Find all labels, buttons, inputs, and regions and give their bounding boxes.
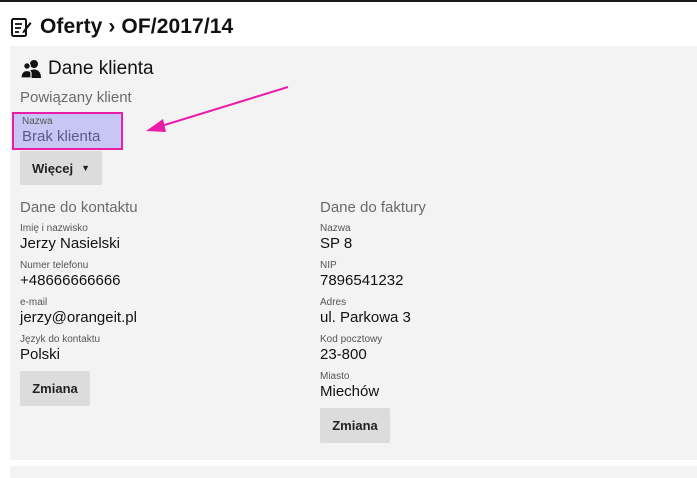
contact-value-language: Polski bbox=[20, 346, 61, 363]
related-client-label: Powiązany klient bbox=[20, 89, 132, 106]
invoice-label-address: Adres bbox=[320, 297, 347, 308]
contact-value-phone: +48666666666 bbox=[20, 272, 121, 289]
section-title: Dane klienta bbox=[20, 58, 154, 80]
invoice-value-address: ul. Parkowa 3 bbox=[320, 309, 411, 326]
invoice-value-nip: 7896541232 bbox=[320, 272, 404, 289]
contact-title: Dane do kontaktu bbox=[20, 199, 138, 216]
invoice-title: Dane do faktury bbox=[320, 199, 426, 216]
contact-label-email: e-mail bbox=[20, 297, 48, 308]
invoice-change-button[interactable]: Zmiana bbox=[320, 408, 390, 443]
page-header: Oferty › OF/2017/14 bbox=[10, 12, 233, 42]
client-name-value: Brak klienta bbox=[22, 128, 101, 145]
invoice-value-postal: 23-800 bbox=[320, 346, 367, 363]
contact-label-fullname: Imię i nazwisko bbox=[20, 223, 88, 234]
client-name-highlight[interactable]: Nazwa Brak klienta bbox=[12, 112, 123, 150]
invoice-label-postal: Kod pocztowy bbox=[320, 334, 383, 345]
invoice-value-name: SP 8 bbox=[320, 235, 353, 252]
next-panel bbox=[10, 466, 697, 478]
contact-value-email: jerzy@orangeit.pl bbox=[20, 309, 137, 326]
contact-label-language: Język do kontaktu bbox=[20, 334, 101, 345]
contact-label-phone: Numer telefonu bbox=[20, 260, 89, 271]
users-icon bbox=[20, 60, 41, 79]
client-panel: Dane klienta Powiązany klient Nazwa Brak… bbox=[10, 46, 697, 460]
more-button-label: Więcej bbox=[32, 160, 74, 176]
invoice-label-nip: NIP bbox=[320, 260, 337, 271]
caret-down-icon: ▼ bbox=[81, 163, 90, 173]
top-border bbox=[0, 0, 697, 2]
client-section-title: Dane klienta bbox=[48, 58, 154, 79]
edit-document-icon bbox=[11, 18, 32, 37]
contact-change-button[interactable]: Zmiana bbox=[20, 371, 90, 406]
contact-value-fullname: Jerzy Nasielski bbox=[20, 235, 121, 252]
invoice-value-city: Miechów bbox=[320, 383, 380, 400]
invoice-label-name: Nazwa bbox=[320, 223, 351, 234]
client-name-label: Nazwa bbox=[22, 116, 53, 127]
more-button[interactable]: Więcej ▼ bbox=[20, 151, 102, 185]
invoice-label-city: Miasto bbox=[320, 371, 350, 382]
page-title: Oferty › OF/2017/14 bbox=[40, 15, 234, 38]
